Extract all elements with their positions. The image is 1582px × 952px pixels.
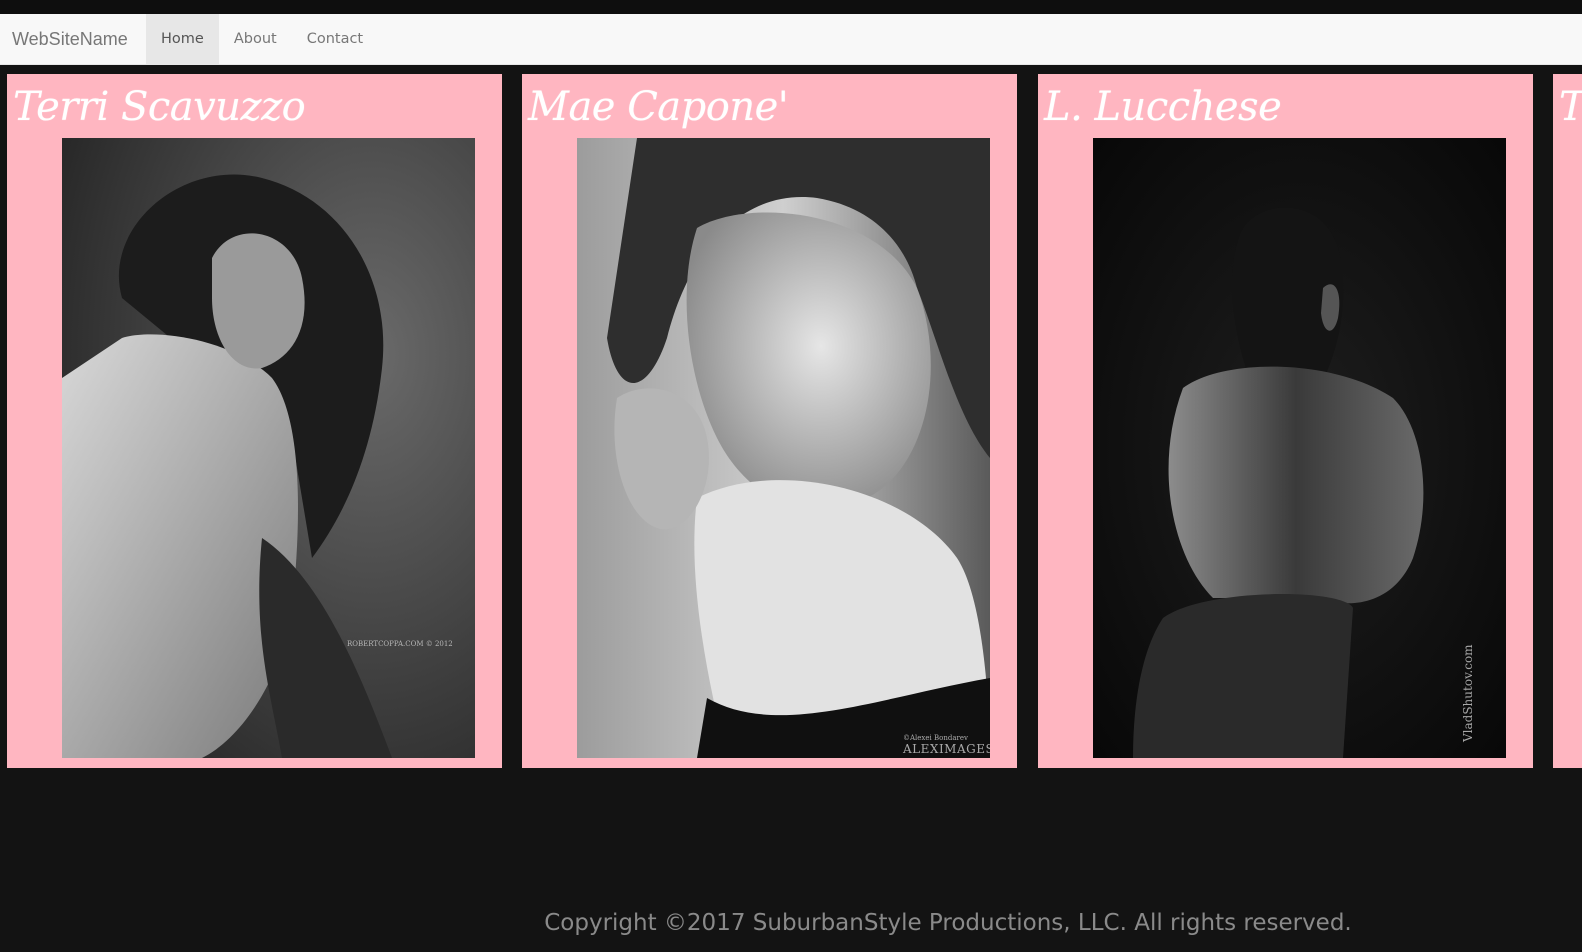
photo-watermark: ALEXIMAGES — [903, 742, 990, 756]
footer-copyright: Copyright ©2017 SuburbanStyle Production… — [544, 910, 1352, 936]
top-strip — [0, 0, 1582, 14]
model-name: T — [1559, 84, 1582, 130]
navbar: WebSiteName Home About Contact — [0, 14, 1582, 65]
model-card[interactable]: Terri Scavuzzo ROBERTCOPPA.COM © 2012 — [7, 74, 502, 768]
model-name: Terri Scavuzzo — [13, 84, 306, 130]
photo-watermark-small: ©Alexei Bondarev — [903, 734, 968, 742]
model-name: L. Lucchese — [1044, 84, 1282, 130]
nav-about[interactable]: About — [219, 14, 292, 64]
model-name: Mae Capone' — [528, 84, 789, 130]
model-card[interactable]: Mae Capone' ©Alexei Bondarev ALEXIMAGES — [522, 74, 1017, 768]
nav-home[interactable]: Home — [146, 14, 219, 64]
model-card[interactable]: T — [1553, 74, 1582, 768]
nav-contact[interactable]: Contact — [292, 14, 378, 64]
photo-watermark: ROBERTCOPPA.COM © 2012 — [347, 640, 453, 648]
photo-watermark: VladShutov.com — [1461, 644, 1475, 742]
model-photo[interactable]: VladShutov.com — [1093, 138, 1506, 758]
brand-link[interactable]: WebSiteName — [0, 14, 146, 64]
model-photo[interactable]: ROBERTCOPPA.COM © 2012 — [62, 138, 475, 758]
model-photo[interactable]: ©Alexei Bondarev ALEXIMAGES — [577, 138, 990, 758]
model-card[interactable]: L. Lucchese VladShutov.com — [1038, 74, 1533, 768]
